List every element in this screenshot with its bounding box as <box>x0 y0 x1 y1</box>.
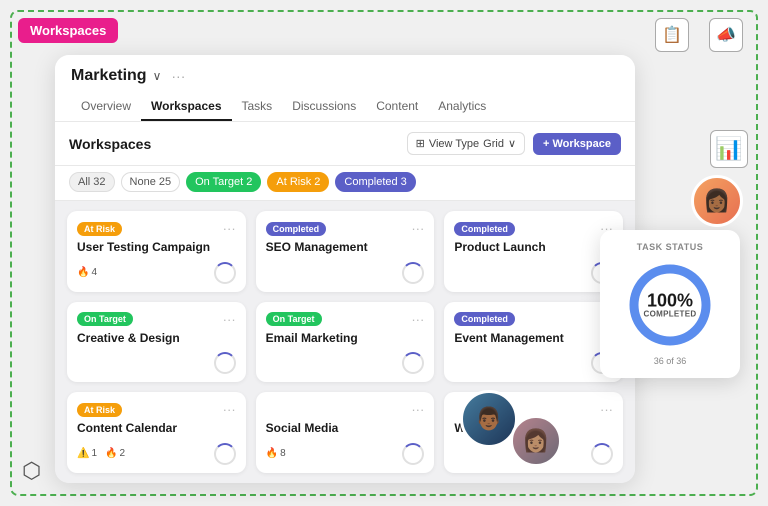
filter-all[interactable]: All 32 <box>69 172 115 192</box>
workspace-card-0[interactable]: At Risk ··· User Testing Campaign 🔥4 <box>67 211 246 292</box>
card-title-6: Content Calendar <box>77 421 236 437</box>
workspace-card-5[interactable]: Completed ··· Event Management <box>444 302 623 383</box>
view-type-sub: Grid <box>483 138 504 150</box>
workspace-card-2[interactable]: Completed ··· Product Launch <box>444 211 623 292</box>
toolbar: Workspaces ⊞ View Type Grid ∨ + Workspac… <box>55 122 635 166</box>
card-title-7: Social Media <box>266 421 425 437</box>
tab-discussions[interactable]: Discussions <box>282 93 366 121</box>
progress-spinner-7 <box>402 443 424 465</box>
progress-spinner-3 <box>214 352 236 374</box>
top-right-icons: 📋 📣 <box>655 18 743 52</box>
donut-label: COMPLETED <box>644 310 697 319</box>
card-title: Marketing <box>71 67 147 85</box>
status-badge-1: Completed <box>266 222 327 236</box>
card-dots-6[interactable]: ··· <box>223 402 236 417</box>
filter-at-risk[interactable]: At Risk 2 <box>267 172 329 192</box>
grid-icon: ⊞ <box>416 137 425 150</box>
meta-item: 🔥2 <box>105 448 125 459</box>
card-dots-1[interactable]: ··· <box>411 221 424 236</box>
card-dots-0[interactable]: ··· <box>223 221 236 236</box>
progress-spinner-1 <box>402 262 424 284</box>
status-badge-2: Completed <box>454 222 515 236</box>
card-dots-3[interactable]: ··· <box>223 312 236 327</box>
card-dots-8[interactable]: ··· <box>600 402 613 417</box>
status-badge-0: At Risk <box>77 222 122 236</box>
donut-chart: 100% COMPLETED <box>625 260 715 350</box>
document-icon[interactable]: 📋 <box>655 18 689 52</box>
avatar-face-2: 👨🏾 <box>463 393 515 445</box>
progress-spinner-0 <box>214 262 236 284</box>
workspace-card-6[interactable]: At Risk ··· Content Calendar ⚠️1 🔥2 <box>67 392 246 473</box>
avatar-face-3: 👩🏽 <box>513 418 559 464</box>
task-status-card: TASK STATUS 100% COMPLETED 36 of 36 <box>600 230 740 378</box>
title-chevron-icon: ∨ <box>153 69 162 83</box>
workspace-card-1[interactable]: Completed ··· SEO Management <box>256 211 435 292</box>
status-badge-3: On Target <box>77 312 133 326</box>
status-badge-4: On Target <box>266 312 322 326</box>
tab-tasks[interactable]: Tasks <box>232 93 283 121</box>
header-dots[interactable]: ··· <box>171 68 185 84</box>
card-title-4: Email Marketing <box>266 331 425 347</box>
donut-sub: 36 of 36 <box>612 356 728 366</box>
filter-completed[interactable]: Completed 3 <box>335 172 415 192</box>
status-badge-5: Completed <box>454 312 515 326</box>
tab-workspaces[interactable]: Workspaces <box>141 93 231 121</box>
nav-tabs: Overview Workspaces Tasks Discussions Co… <box>71 93 619 121</box>
donut-percent: 100% <box>644 292 697 310</box>
tab-overview[interactable]: Overview <box>71 93 141 121</box>
add-workspace-button[interactable]: + Workspace <box>533 133 621 155</box>
progress-spinner-8 <box>591 443 613 465</box>
card-header: Marketing ∨ ··· Overview Workspaces Task… <box>55 55 635 122</box>
progress-spinner-6 <box>214 443 236 465</box>
avatar-1: 👩🏾 <box>691 175 743 227</box>
meta-item: 🔥4 <box>77 267 97 278</box>
card-title-2: Product Launch <box>454 240 613 256</box>
card-title-0: User Testing Campaign <box>77 240 236 256</box>
filter-row: All 32 None 25 On Target 2 At Risk 2 Com… <box>55 166 635 201</box>
avatar-face-1: 👩🏾 <box>694 178 740 224</box>
card-dots-4[interactable]: ··· <box>411 312 424 327</box>
meta-item: ⚠️1 <box>77 448 97 459</box>
card-dots-7[interactable]: ··· <box>411 402 424 417</box>
workspace-card-4[interactable]: On Target ··· Email Marketing <box>256 302 435 383</box>
layers-icon[interactable]: ⬡ <box>22 458 41 484</box>
progress-spinner-4 <box>402 352 424 374</box>
toolbar-right: ⊞ View Type Grid ∨ + Workspace <box>407 132 621 155</box>
view-type-label: View Type <box>429 138 479 150</box>
megaphone-icon[interactable]: 📣 <box>709 18 743 52</box>
avatar-3: 👩🏽 <box>510 415 562 467</box>
view-type-button[interactable]: ⊞ View Type Grid ∨ <box>407 132 525 155</box>
status-badge-6: At Risk <box>77 403 122 417</box>
toolbar-title: Workspaces <box>69 136 151 152</box>
tab-analytics[interactable]: Analytics <box>428 93 496 121</box>
card-title-1: SEO Management <box>266 240 425 256</box>
workspace-card-7[interactable]: ··· Social Media 🔥8 <box>256 392 435 473</box>
task-status-title: TASK STATUS <box>612 242 728 252</box>
card-title-3: Creative & Design <box>77 331 236 347</box>
bar-chart-icon[interactable]: 📊 <box>710 130 748 168</box>
view-chevron-icon: ∨ <box>508 137 516 150</box>
filter-none[interactable]: None 25 <box>121 172 181 192</box>
tab-content[interactable]: Content <box>366 93 428 121</box>
workspace-card-3[interactable]: On Target ··· Creative & Design <box>67 302 246 383</box>
filter-on-target[interactable]: On Target 2 <box>186 172 261 192</box>
meta-item: 🔥8 <box>266 448 286 459</box>
workspaces-badge: Workspaces <box>18 18 118 43</box>
card-title-5: Event Management <box>454 331 613 347</box>
